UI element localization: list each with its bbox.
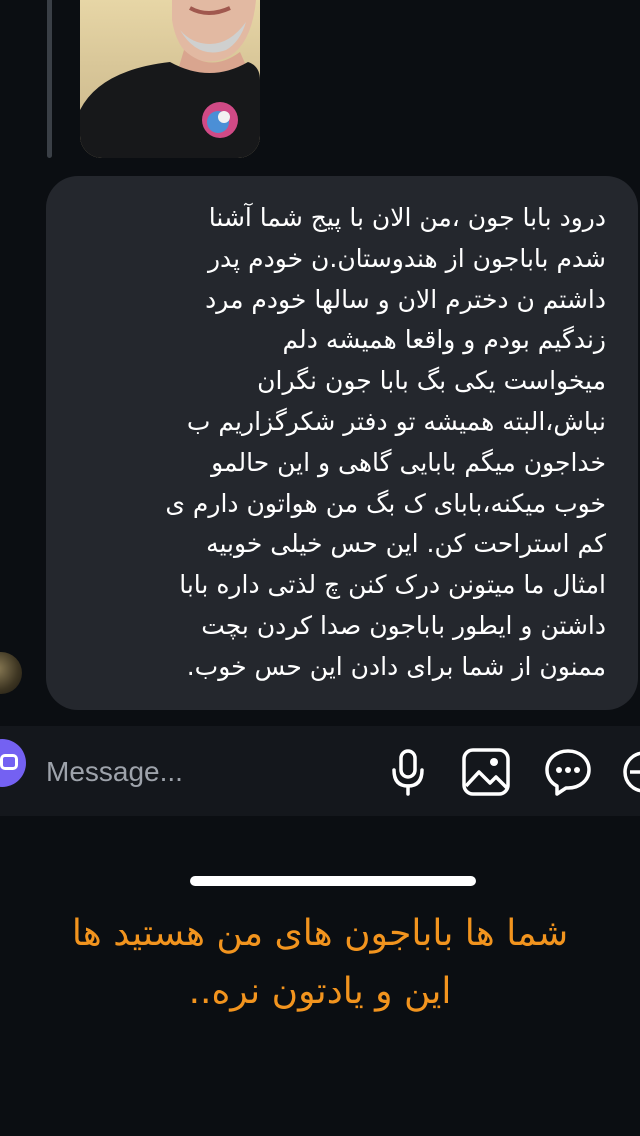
microphone-icon	[392, 749, 424, 796]
message-input[interactable]	[46, 752, 346, 792]
message-text: درود بابا جون ،من الان با پیج شما آشنا ش…	[165, 203, 606, 681]
received-message-bubble[interactable]: درود بابا جون ،من الان با پیج شما آشنا ش…	[46, 176, 638, 710]
chat-bubble-icon	[545, 749, 591, 796]
message-composer	[0, 726, 640, 816]
plus-circle-icon	[623, 751, 640, 793]
home-indicator[interactable]	[190, 876, 476, 886]
sticker-button[interactable]	[542, 746, 594, 798]
camera-button[interactable]	[0, 739, 26, 787]
sender-avatar[interactable]	[0, 652, 22, 694]
thread-scroll-indicator	[47, 0, 52, 158]
camera-icon	[0, 754, 18, 770]
video-person-image	[80, 0, 260, 158]
gallery-button[interactable]	[460, 746, 512, 798]
voice-message-button[interactable]	[382, 746, 434, 798]
add-button[interactable]	[620, 746, 640, 798]
video-message-thumbnail[interactable]	[80, 0, 260, 158]
image-icon	[462, 748, 510, 796]
video-caption: شما ها باباجون های من هستید ها این و یاد…	[71, 913, 569, 1012]
